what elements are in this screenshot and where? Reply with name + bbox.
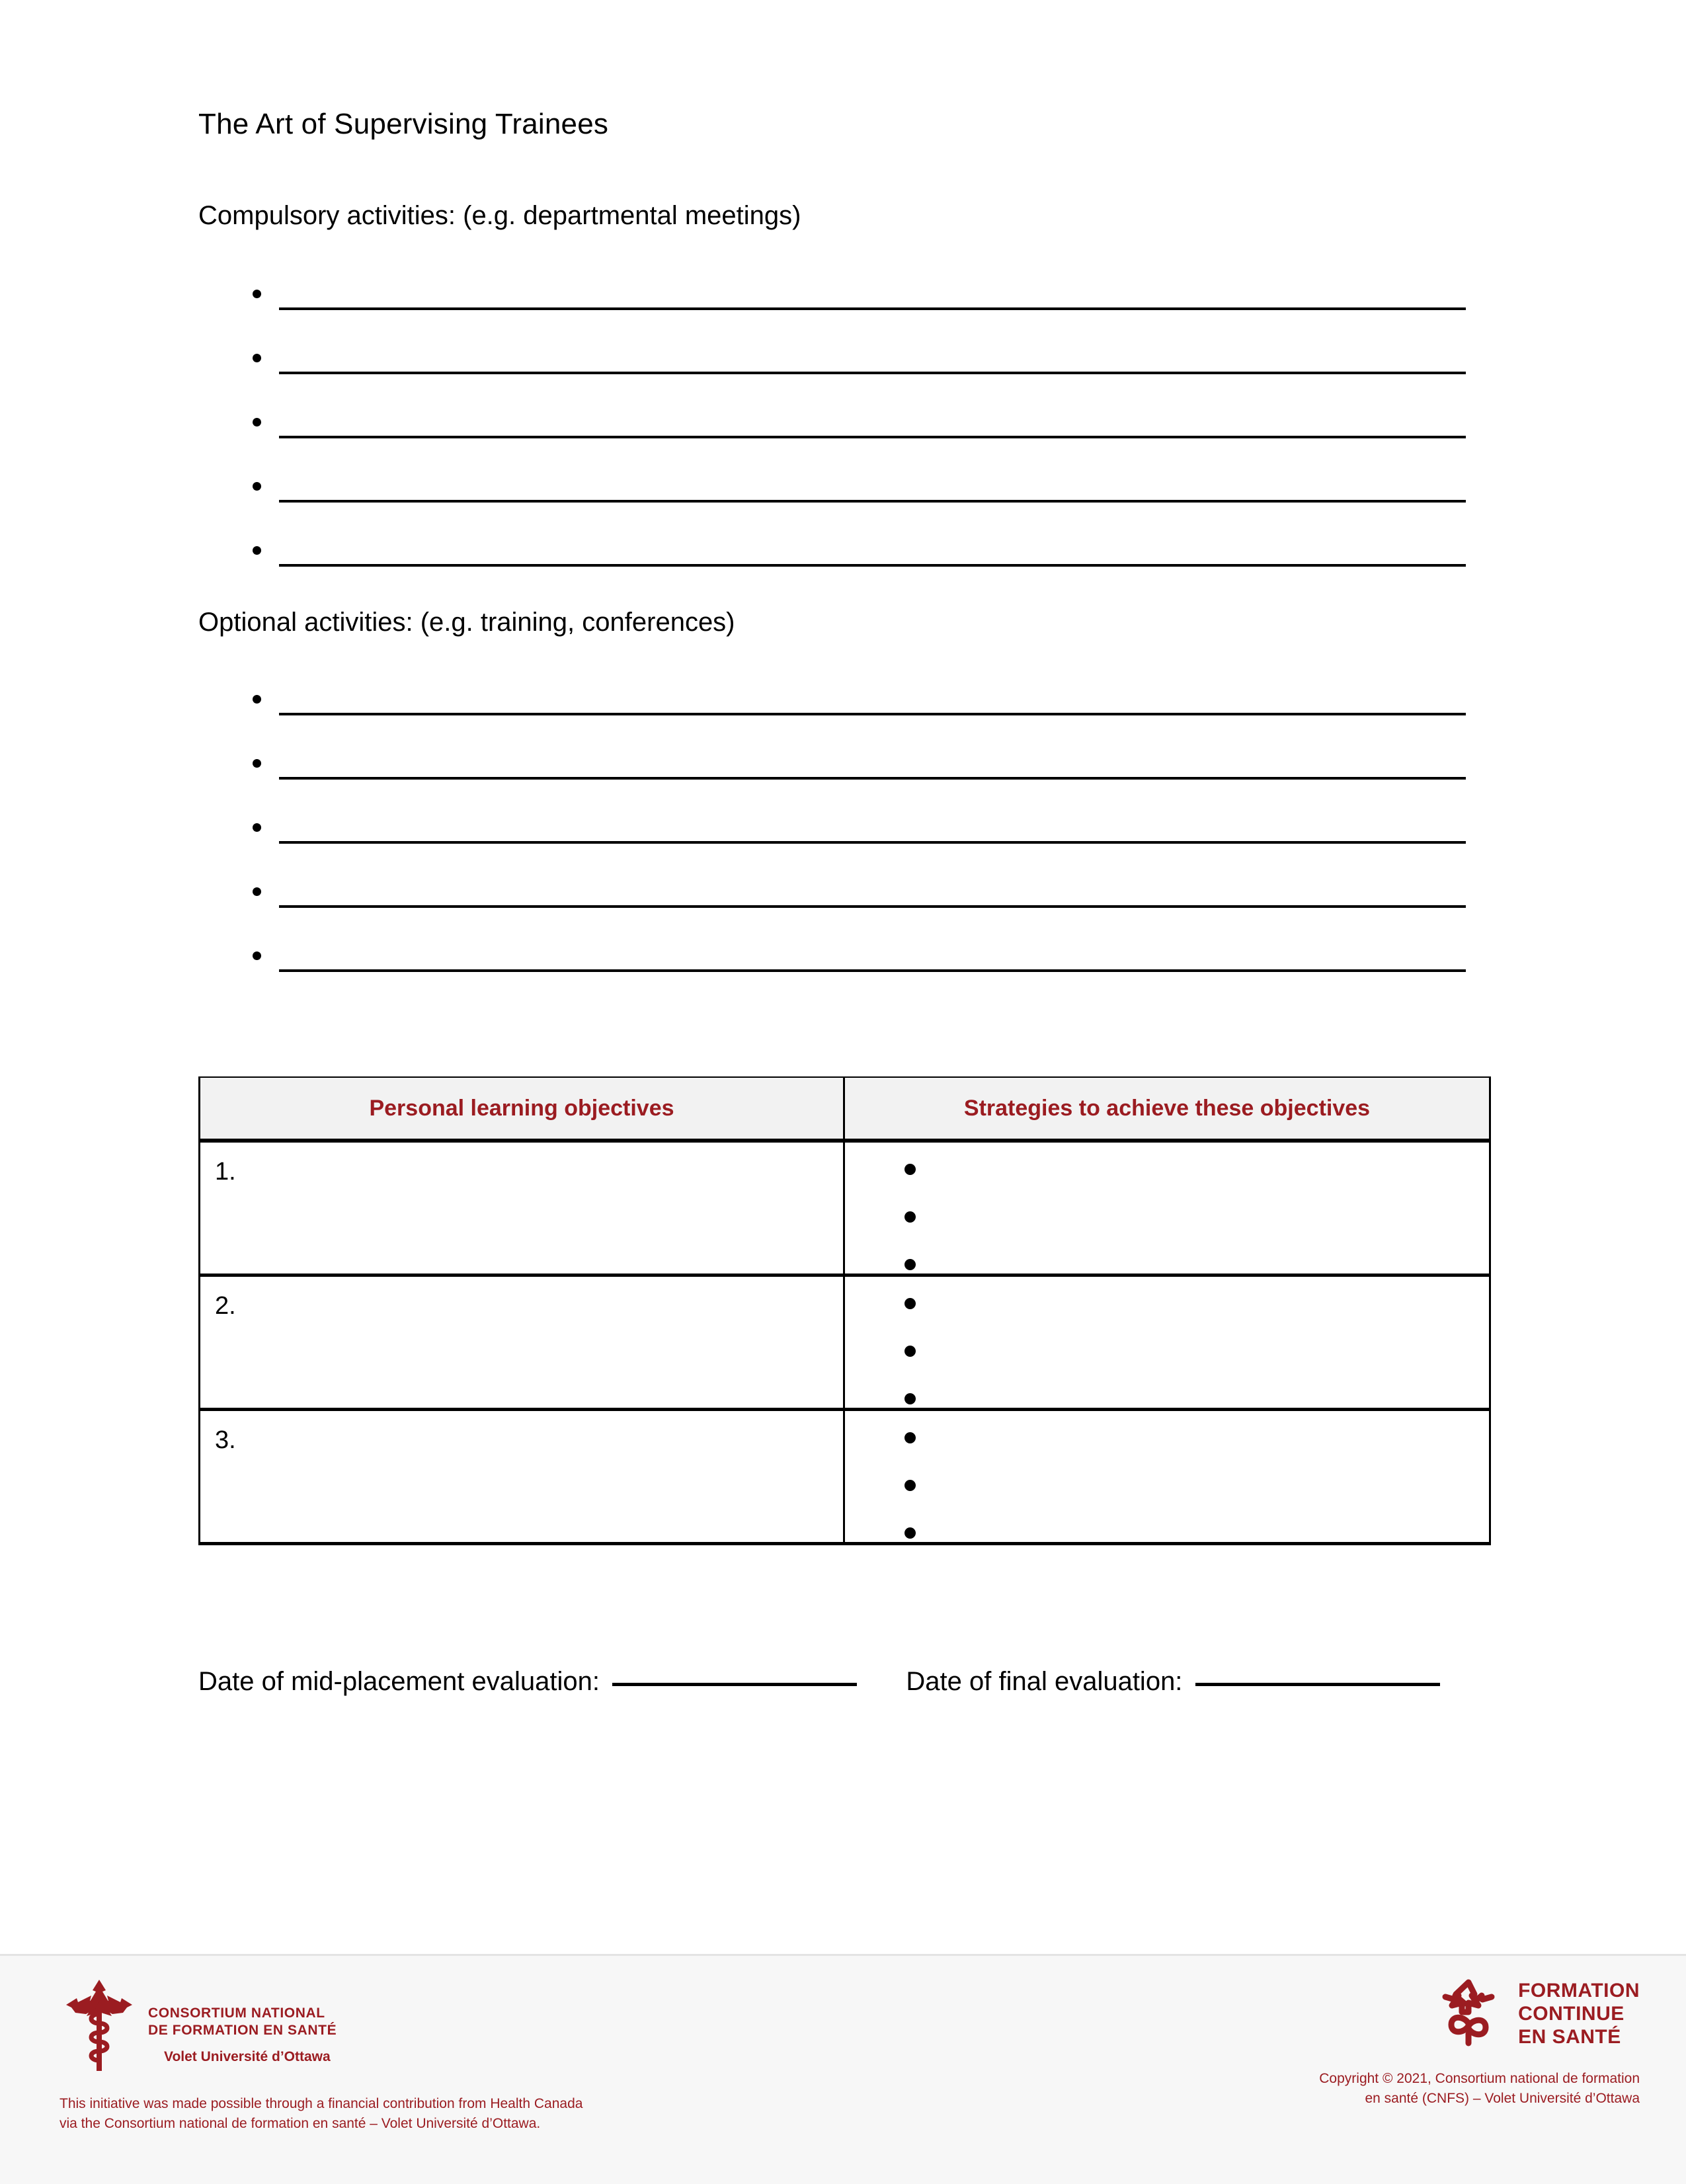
final-evaluation-label: Date of final evaluation: (906, 1667, 1183, 1696)
table-header-row: Personal learning objectives Strategies … (198, 1076, 1491, 1143)
footer-left-block: CONSORTIUM NATIONAL DE FORMATION EN SANT… (60, 1976, 787, 2134)
document-page: The Art of Supervising Trainees Compulso… (0, 0, 1686, 2184)
bullet-icon (253, 695, 261, 704)
objective-number: 3. (215, 1426, 236, 1454)
column-header-personal-learning-objectives: Personal learning objectives (198, 1076, 845, 1143)
bullet-icon (253, 546, 261, 555)
funding-note-line1: This initiative was made possible throug… (60, 2096, 583, 2111)
mid-placement-evaluation-label: Date of mid-placement evaluation: (198, 1667, 600, 1696)
compulsory-blank-row-3[interactable] (198, 398, 1491, 462)
bullet-icon (904, 1480, 916, 1491)
objective-number: 2. (215, 1292, 236, 1320)
copyright-note: Copyright © 2021, Consortium national de… (979, 2069, 1640, 2109)
bullet-icon (253, 354, 261, 362)
column-header-strategies: Strategies to achieve these objectives (843, 1076, 1491, 1143)
write-in-line[interactable] (279, 841, 1466, 844)
write-in-line[interactable] (279, 969, 1466, 972)
copyright-line2: en santé (CNFS) – Volet Université d’Ott… (1365, 2091, 1640, 2106)
mid-placement-date-field[interactable] (612, 1683, 858, 1686)
fcs-wordmark-line3: EN SANTÉ (1518, 2026, 1621, 2048)
bullet-icon (904, 1211, 916, 1223)
bullet-icon (904, 1164, 916, 1175)
table-row: 3. (198, 1409, 1491, 1545)
bullet-icon (904, 1298, 916, 1309)
evaluation-dates-row: Date of mid-placement evaluation: Date o… (198, 1665, 1445, 1698)
compulsory-activities-label: Compulsory activities: (e.g. departmenta… (198, 201, 801, 230)
compulsory-blank-row-1[interactable] (198, 270, 1491, 333)
optional-blank-row-3[interactable] (198, 803, 1491, 867)
cnfs-caduceus-maple-leaf-icon (60, 1976, 139, 2078)
optional-blank-row-4[interactable] (198, 868, 1491, 931)
write-in-line[interactable] (279, 372, 1466, 374)
write-in-line[interactable] (279, 436, 1466, 438)
formation-continue-wordmark: FORMATION CONTINUE EN SANTÉ (1518, 1979, 1640, 2048)
bullet-icon (904, 1393, 916, 1404)
bullet-icon (904, 1527, 916, 1539)
write-in-line[interactable] (279, 564, 1466, 567)
copyright-line1: Copyright © 2021, Consortium national de… (1319, 2071, 1640, 2086)
cnfs-wordmark-line1: CONSORTIUM NATIONAL (148, 2005, 325, 2021)
table-row: 2. (198, 1275, 1491, 1411)
strategies-cell-2[interactable] (843, 1275, 1491, 1411)
compulsory-blank-row-4[interactable] (198, 462, 1491, 526)
cnfs-wordmark: CONSORTIUM NATIONAL DE FORMATION EN SANT… (148, 1976, 337, 2066)
bullet-icon (253, 290, 261, 298)
optional-blank-row-5[interactable] (198, 932, 1491, 995)
cnfs-volet-line: Volet Université d’Ottawa (164, 2049, 331, 2064)
bullet-icon (253, 418, 261, 426)
bullet-icon (253, 887, 261, 896)
funding-note: This initiative was made possible throug… (60, 2094, 787, 2134)
bullet-icon (253, 951, 261, 960)
strategy-bullet-list (845, 1143, 1489, 1274)
fcs-wordmark-line1: FORMATION (1518, 1980, 1640, 2002)
cnfs-wordmark-line2: DE FORMATION EN SANTÉ (148, 2023, 337, 2038)
optional-activities-label: Optional activities: (e.g. training, con… (198, 608, 735, 637)
compulsory-blank-row-2[interactable] (198, 334, 1491, 397)
table-row: 1. (198, 1141, 1491, 1277)
objective-cell-3[interactable]: 3. (198, 1409, 845, 1545)
final-evaluation-date-field[interactable] (1195, 1683, 1440, 1686)
objective-cell-1[interactable]: 1. (198, 1141, 845, 1277)
bullet-icon (253, 759, 261, 768)
formation-continue-logo: FORMATION CONTINUE EN SANTÉ (979, 1976, 1640, 2052)
page-title: The Art of Supervising Trainees (198, 108, 609, 140)
bullet-icon (904, 1346, 916, 1357)
cnfs-logo: CONSORTIUM NATIONAL DE FORMATION EN SANT… (60, 1976, 787, 2078)
maple-leaf-infinity-icon (1432, 1976, 1505, 2052)
fcs-wordmark-line2: CONTINUE (1518, 2003, 1625, 2025)
footer-right-block: FORMATION CONTINUE EN SANTÉ Copyright © … (979, 1976, 1640, 2109)
optional-blank-row-2[interactable] (198, 739, 1491, 803)
write-in-line[interactable] (279, 307, 1466, 310)
write-in-line[interactable] (279, 777, 1466, 780)
page-footer: CONSORTIUM NATIONAL DE FORMATION EN SANT… (0, 1954, 1686, 2184)
bullet-icon (253, 823, 261, 832)
strategies-cell-3[interactable] (843, 1409, 1491, 1545)
compulsory-blank-row-5[interactable] (198, 526, 1491, 590)
bullet-icon (904, 1432, 916, 1443)
bullet-icon (904, 1259, 916, 1270)
bullet-icon (253, 482, 261, 491)
write-in-line[interactable] (279, 500, 1466, 503)
funding-note-line2: via the Consortium national de formation… (60, 2116, 541, 2131)
write-in-line[interactable] (279, 905, 1466, 908)
objective-cell-2[interactable]: 2. (198, 1275, 845, 1411)
strategy-bullet-list (845, 1277, 1489, 1408)
strategy-bullet-list (845, 1411, 1489, 1542)
write-in-line[interactable] (279, 713, 1466, 715)
objective-number: 1. (215, 1158, 236, 1186)
optional-blank-row-1[interactable] (198, 675, 1491, 739)
learning-objectives-table: Personal learning objectives Strategies … (198, 1076, 1491, 1545)
strategies-cell-1[interactable] (843, 1141, 1491, 1277)
